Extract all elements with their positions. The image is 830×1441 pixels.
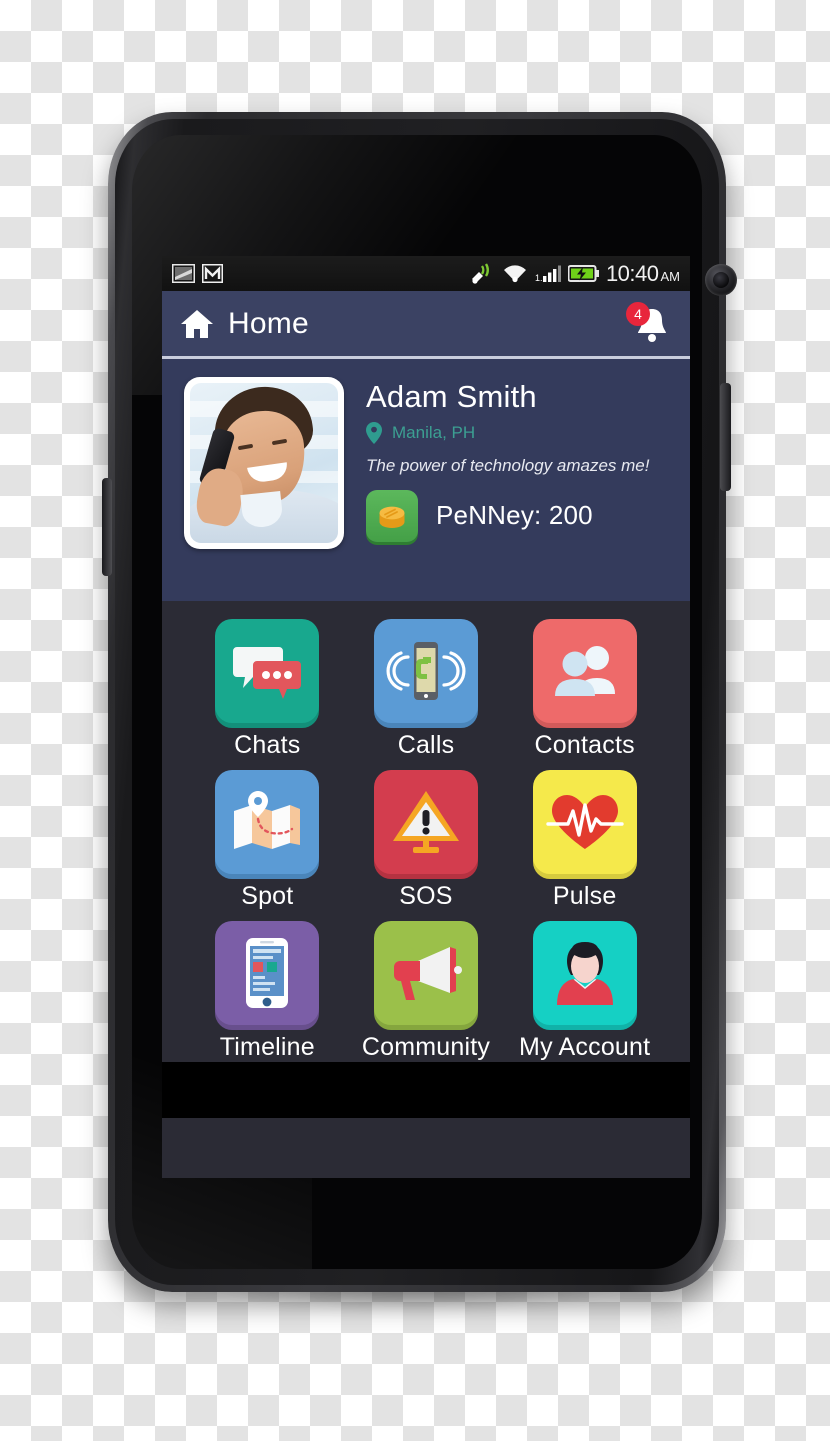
app-tile-calls[interactable] (373, 619, 478, 723)
app-tile-chats[interactable] (215, 619, 320, 723)
app-label-my-account: My Account (519, 1033, 651, 1061)
profile-info: Adam Smith Manila, PH The power of techn… (366, 377, 649, 601)
app-tile-my-account[interactable] (532, 921, 637, 1025)
ringing-phone-icon (386, 642, 466, 700)
image-icon (172, 264, 195, 283)
app-item-community[interactable]: Community (347, 921, 506, 1062)
page-root: 1. 10:40 AM Home 4 Adam Smith Manila, PH… (0, 0, 830, 1441)
notification-badge: 4 (626, 301, 650, 326)
app-item-timeline[interactable]: Timeline (188, 921, 347, 1062)
app-bar: Home 4 (162, 291, 690, 359)
app-label-spot: Spot (241, 882, 294, 910)
phone-screen: 1. 10:40 AM Home 4 Adam Smith Manila, PH… (162, 256, 690, 1178)
app-item-pulse[interactable]: Pulse (505, 770, 664, 911)
volume-rocker-button[interactable] (102, 478, 112, 576)
app-item-calls[interactable]: Calls (347, 619, 506, 760)
page-title: Home (228, 306, 309, 340)
notifications-button[interactable]: 4 (626, 301, 672, 346)
app-item-sos[interactable]: SOS (347, 770, 506, 911)
svg-text:1.: 1. (535, 273, 543, 283)
gmail-icon (202, 264, 223, 283)
app-tile-community[interactable] (373, 921, 478, 1025)
user-avatar-icon (556, 942, 613, 1005)
app-item-chats[interactable]: Chats (188, 619, 347, 760)
gps-satellite-icon (471, 262, 489, 284)
profile-location: Manila, PH (366, 421, 649, 444)
status-bar-clock: 10:40 (605, 260, 659, 286)
app-tile-spot[interactable] (215, 770, 320, 874)
camera-lens (713, 272, 729, 288)
profile-header: Adam Smith Manila, PH The power of techn… (162, 359, 690, 601)
app-item-contacts[interactable]: Contacts (505, 619, 664, 760)
app-tile-timeline[interactable] (215, 921, 320, 1025)
app-label-chats: Chats (234, 731, 301, 759)
home-icon[interactable] (180, 308, 214, 340)
power-button[interactable] (720, 383, 731, 491)
chat-bubbles-icon (233, 647, 302, 699)
coin-icon (366, 489, 418, 542)
wifi-icon (503, 264, 526, 282)
app-item-my-account[interactable]: My Account (505, 921, 664, 1062)
heartbeat-icon (545, 795, 624, 849)
profile-name: Adam Smith (366, 379, 537, 414)
app-tile-sos[interactable] (373, 770, 478, 874)
warning-sign-icon (392, 791, 459, 853)
coin-stack-glyph (379, 506, 405, 528)
avatar[interactable] (184, 377, 344, 549)
penney-balance-row[interactable]: PeNNey: 200 (366, 489, 649, 542)
app-tile-contacts[interactable] (532, 619, 637, 723)
status-bar: 1. 10:40 AM (162, 256, 690, 291)
app-label-calls: Calls (397, 731, 455, 759)
app-label-pulse: Pulse (552, 882, 617, 910)
penney-balance-label: PeNNey: 200 (436, 500, 593, 531)
profile-location-text: Manila, PH (392, 422, 476, 442)
app-label-community: Community (361, 1033, 491, 1061)
location-pin-icon (366, 421, 382, 444)
screen-empty-area (162, 1062, 690, 1118)
profile-status-message: The power of technology amazes me! (366, 455, 650, 475)
signal-bars-icon: 1. (535, 265, 561, 283)
people-icon (554, 646, 615, 696)
megaphone-icon (393, 947, 462, 1000)
folded-map-icon (234, 791, 301, 849)
app-grid: Chats Calls Contacts Spot SOS Pulse Time… (162, 601, 690, 1062)
app-label-timeline: Timeline (219, 1033, 315, 1061)
avatar-photo (190, 383, 338, 543)
app-tile-pulse[interactable] (532, 770, 637, 874)
status-bar-ampm: AM (660, 268, 681, 284)
app-label-sos: SOS (399, 882, 453, 910)
battery-charging-icon (567, 265, 599, 282)
status-bar-right-icons: 1. 10:40 AM (470, 261, 680, 287)
status-bar-left-icons (172, 264, 223, 283)
front-camera-icon (705, 264, 737, 296)
app-item-spot[interactable]: Spot (188, 770, 347, 911)
app-label-contacts: Contacts (534, 731, 635, 759)
smartphone-feed-icon (246, 938, 289, 1008)
